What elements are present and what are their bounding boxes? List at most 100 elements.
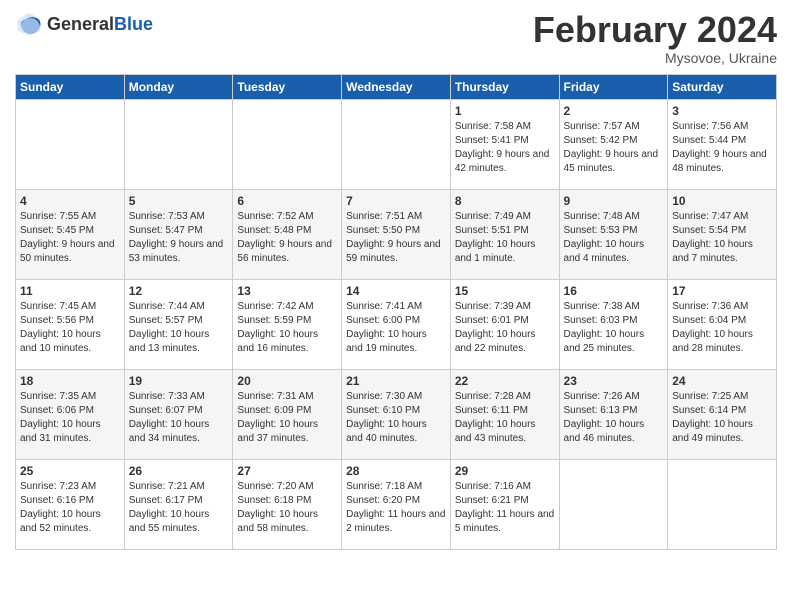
day-cell: 14Sunrise: 7:41 AM Sunset: 6:00 PM Dayli… bbox=[342, 279, 451, 369]
day-cell bbox=[559, 459, 668, 549]
day-number: 21 bbox=[346, 374, 446, 388]
day-cell: 2Sunrise: 7:57 AM Sunset: 5:42 PM Daylig… bbox=[559, 99, 668, 189]
day-cell: 3 Sunrise: 7:56 AM Sunset: 5:44 PM Daylig… bbox=[668, 99, 777, 189]
day-number: 6 bbox=[237, 194, 337, 208]
day-content: Sunrise: 7:52 AM Sunset: 5:48 PM Dayligh… bbox=[237, 210, 337, 266]
weekday-header-tuesday: Tuesday bbox=[233, 74, 342, 99]
day-content: Sunrise: 7:35 AM Sunset: 6:06 PM Dayligh… bbox=[20, 390, 120, 446]
day-cell: 9 Sunrise: 7:48 AM Sunset: 5:53 PM Daylig… bbox=[559, 189, 668, 279]
day-cell: 16 Sunrise: 7:38 AM Sunset: 6:03 PM Dayli… bbox=[559, 279, 668, 369]
day-cell: 11Sunrise: 7:45 AM Sunset: 5:56 PM Dayli… bbox=[16, 279, 125, 369]
day-cell: 22 Sunrise: 7:28 AM Sunset: 6:11 PM Dayli… bbox=[450, 369, 559, 459]
day-number: 23 bbox=[564, 374, 664, 388]
day-cell: 5Sunrise: 7:53 AM Sunset: 5:47 PM Daylig… bbox=[124, 189, 233, 279]
day-number: 11 bbox=[20, 284, 120, 298]
day-content: Sunrise: 7:42 AM Sunset: 5:59 PM Dayligh… bbox=[237, 300, 337, 356]
day-content: Sunrise: 7:25 AM Sunset: 6:14 PM Dayligh… bbox=[672, 390, 772, 446]
day-cell: 13Sunrise: 7:42 AM Sunset: 5:59 PM Dayli… bbox=[233, 279, 342, 369]
weekday-header-thursday: Thursday bbox=[450, 74, 559, 99]
day-number: 7 bbox=[346, 194, 446, 208]
day-cell: 24 Sunrise: 7:25 AM Sunset: 6:14 PM Dayli… bbox=[668, 369, 777, 459]
day-cell bbox=[668, 459, 777, 549]
day-cell: 25 Sunrise: 7:23 AM Sunset: 6:16 PM Dayli… bbox=[16, 459, 125, 549]
day-content: Sunrise: 7:26 AM Sunset: 6:13 PM Dayligh… bbox=[564, 390, 664, 446]
weekday-header-sunday: Sunday bbox=[16, 74, 125, 99]
weekday-header-saturday: Saturday bbox=[668, 74, 777, 99]
month-title: February 2024 bbox=[533, 10, 777, 50]
logo: General Blue bbox=[15, 10, 153, 38]
day-content: Sunrise: 7:58 AM Sunset: 5:41 PM Dayligh… bbox=[455, 120, 555, 176]
day-number: 26 bbox=[129, 464, 229, 478]
day-content: Sunrise: 7:55 AM Sunset: 5:45 PM Dayligh… bbox=[20, 210, 120, 266]
day-number: 10 bbox=[672, 194, 772, 208]
title-block: February 2024 Mysovoe, Ukraine bbox=[533, 10, 777, 66]
calendar-table: SundayMondayTuesdayWednesdayThursdayFrid… bbox=[15, 74, 777, 550]
day-content: Sunrise: 7:23 AM Sunset: 6:16 PM Dayligh… bbox=[20, 480, 120, 536]
day-cell: 20 Sunrise: 7:31 AM Sunset: 6:09 PM Dayli… bbox=[233, 369, 342, 459]
day-cell: 6 Sunrise: 7:52 AM Sunset: 5:48 PM Daylig… bbox=[233, 189, 342, 279]
weekday-header-friday: Friday bbox=[559, 74, 668, 99]
day-content: Sunrise: 7:20 AM Sunset: 6:18 PM Dayligh… bbox=[237, 480, 337, 536]
day-content: Sunrise: 7:39 AM Sunset: 6:01 PM Dayligh… bbox=[455, 300, 555, 356]
day-number: 3 bbox=[672, 104, 772, 118]
week-row-1: 1Sunrise: 7:58 AM Sunset: 5:41 PM Daylig… bbox=[16, 99, 777, 189]
day-cell: 12Sunrise: 7:44 AM Sunset: 5:57 PM Dayli… bbox=[124, 279, 233, 369]
day-cell: 21 Sunrise: 7:30 AM Sunset: 6:10 PM Dayli… bbox=[342, 369, 451, 459]
day-number: 8 bbox=[455, 194, 555, 208]
day-number: 17 bbox=[672, 284, 772, 298]
day-content: Sunrise: 7:38 AM Sunset: 6:03 PM Dayligh… bbox=[564, 300, 664, 356]
day-cell: 27 Sunrise: 7:20 AM Sunset: 6:18 PM Dayli… bbox=[233, 459, 342, 549]
day-number: 18 bbox=[20, 374, 120, 388]
header-row: SundayMondayTuesdayWednesdayThursdayFrid… bbox=[16, 74, 777, 99]
day-content: Sunrise: 7:28 AM Sunset: 6:11 PM Dayligh… bbox=[455, 390, 555, 446]
logo-blue: Blue bbox=[114, 14, 153, 35]
week-row-2: 4Sunrise: 7:55 AM Sunset: 5:45 PM Daylig… bbox=[16, 189, 777, 279]
day-cell bbox=[124, 99, 233, 189]
day-number: 27 bbox=[237, 464, 337, 478]
day-cell: 23 Sunrise: 7:26 AM Sunset: 6:13 PM Dayli… bbox=[559, 369, 668, 459]
day-content: Sunrise: 7:36 AM Sunset: 6:04 PM Dayligh… bbox=[672, 300, 772, 356]
weekday-header-wednesday: Wednesday bbox=[342, 74, 451, 99]
day-cell: 15Sunrise: 7:39 AM Sunset: 6:01 PM Dayli… bbox=[450, 279, 559, 369]
week-row-4: 18 Sunrise: 7:35 AM Sunset: 6:06 PM Dayli… bbox=[16, 369, 777, 459]
day-number: 2 bbox=[564, 104, 664, 118]
logo-general: General bbox=[47, 14, 114, 35]
day-number: 5 bbox=[129, 194, 229, 208]
day-content: Sunrise: 7:21 AM Sunset: 6:17 PM Dayligh… bbox=[129, 480, 229, 536]
day-number: 16 bbox=[564, 284, 664, 298]
weekday-header-monday: Monday bbox=[124, 74, 233, 99]
week-row-3: 11Sunrise: 7:45 AM Sunset: 5:56 PM Dayli… bbox=[16, 279, 777, 369]
location: Mysovoe, Ukraine bbox=[533, 50, 777, 66]
day-content: Sunrise: 7:30 AM Sunset: 6:10 PM Dayligh… bbox=[346, 390, 446, 446]
day-number: 28 bbox=[346, 464, 446, 478]
day-number: 24 bbox=[672, 374, 772, 388]
day-cell: 17 Sunrise: 7:36 AM Sunset: 6:04 PM Dayli… bbox=[668, 279, 777, 369]
day-content: Sunrise: 7:31 AM Sunset: 6:09 PM Dayligh… bbox=[237, 390, 337, 446]
day-cell: 18 Sunrise: 7:35 AM Sunset: 6:06 PM Dayli… bbox=[16, 369, 125, 459]
day-content: Sunrise: 7:33 AM Sunset: 6:07 PM Dayligh… bbox=[129, 390, 229, 446]
day-content: Sunrise: 7:56 AM Sunset: 5:44 PM Dayligh… bbox=[672, 120, 772, 176]
day-number: 20 bbox=[237, 374, 337, 388]
day-cell: 29Sunrise: 7:16 AM Sunset: 6:21 PM Dayli… bbox=[450, 459, 559, 549]
day-content: Sunrise: 7:41 AM Sunset: 6:00 PM Dayligh… bbox=[346, 300, 446, 356]
day-number: 9 bbox=[564, 194, 664, 208]
day-content: Sunrise: 7:51 AM Sunset: 5:50 PM Dayligh… bbox=[346, 210, 446, 266]
day-content: Sunrise: 7:47 AM Sunset: 5:54 PM Dayligh… bbox=[672, 210, 772, 266]
day-cell: 28 Sunrise: 7:18 AM Sunset: 6:20 PM Dayli… bbox=[342, 459, 451, 549]
day-cell: 7 Sunrise: 7:51 AM Sunset: 5:50 PM Daylig… bbox=[342, 189, 451, 279]
day-cell: 8 Sunrise: 7:49 AM Sunset: 5:51 PM Daylig… bbox=[450, 189, 559, 279]
day-number: 25 bbox=[20, 464, 120, 478]
day-content: Sunrise: 7:49 AM Sunset: 5:51 PM Dayligh… bbox=[455, 210, 555, 266]
page-header: General Blue February 2024 Mysovoe, Ukra… bbox=[15, 10, 777, 66]
logo-icon bbox=[15, 10, 43, 38]
day-cell bbox=[342, 99, 451, 189]
day-number: 22 bbox=[455, 374, 555, 388]
day-cell: 10 Sunrise: 7:47 AM Sunset: 5:54 PM Dayli… bbox=[668, 189, 777, 279]
day-number: 19 bbox=[129, 374, 229, 388]
day-number: 12 bbox=[129, 284, 229, 298]
day-cell: 4Sunrise: 7:55 AM Sunset: 5:45 PM Daylig… bbox=[16, 189, 125, 279]
day-content: Sunrise: 7:18 AM Sunset: 6:20 PM Dayligh… bbox=[346, 480, 446, 536]
day-cell bbox=[16, 99, 125, 189]
day-cell bbox=[233, 99, 342, 189]
day-content: Sunrise: 7:48 AM Sunset: 5:53 PM Dayligh… bbox=[564, 210, 664, 266]
